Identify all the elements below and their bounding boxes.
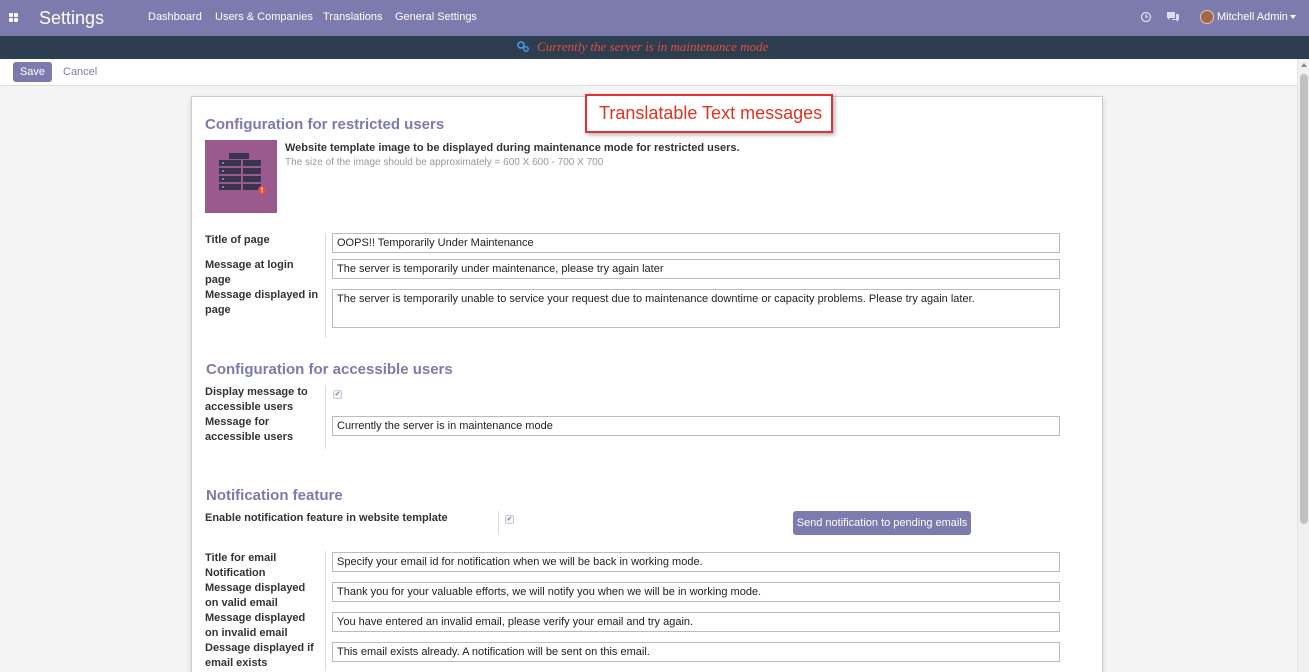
label-title-of-page: Title of page bbox=[205, 234, 270, 246]
maintenance-banner-text: Currently the server is in maintenance m… bbox=[537, 39, 769, 54]
send-notification-button[interactable]: Send notification to pending emails bbox=[793, 511, 971, 535]
label-page-message: Message displayed in page bbox=[205, 289, 319, 316]
image-size-hint: The size of the image should be approxim… bbox=[285, 157, 604, 168]
login-message-input[interactable]: The server is temporarily under maintena… bbox=[332, 259, 1060, 279]
clock-icon[interactable] bbox=[1140, 11, 1152, 23]
email-exists-message-input[interactable]: This email exists already. A notificatio… bbox=[332, 642, 1060, 662]
control-panel: Save Cancel bbox=[0, 59, 1297, 86]
user-menu-name[interactable]: Mitchell Admin bbox=[1217, 11, 1288, 23]
label-valid-email: Message displayed on valid email bbox=[205, 582, 306, 609]
scrollbar-thumb[interactable] bbox=[1300, 74, 1308, 524]
email-title-input[interactable]: Specify your email id for notification w… bbox=[332, 552, 1060, 572]
save-button[interactable]: Save bbox=[13, 62, 52, 82]
label-email-title: Title for email Notification bbox=[205, 552, 277, 579]
display-message-checkbox[interactable]: ✔ bbox=[333, 390, 342, 399]
maintenance-image[interactable] bbox=[205, 140, 277, 213]
field-separator bbox=[325, 551, 326, 671]
accessible-message-input[interactable]: Currently the server is in maintenance m… bbox=[332, 416, 1060, 436]
section-title-notification: Notification feature bbox=[206, 487, 343, 504]
chat-icon[interactable] bbox=[1166, 11, 1180, 23]
invalid-email-message-input[interactable]: You have entered an invalid email, pleas… bbox=[332, 612, 1060, 632]
field-separator bbox=[325, 233, 326, 338]
label-email-exists: Dessage displayed if email exists bbox=[205, 642, 314, 669]
top-navbar: Settings Dashboard Users & Companies Tra… bbox=[0, 0, 1309, 36]
maintenance-banner: Currently the server is in maintenance m… bbox=[0, 36, 1309, 59]
field-separator bbox=[498, 511, 499, 535]
translatable-callout: Translatable Text messages bbox=[585, 94, 833, 133]
scrollbar[interactable] bbox=[1297, 59, 1309, 672]
page-message-textarea[interactable]: The server is temporarily unable to serv… bbox=[332, 289, 1060, 328]
menu-users-companies[interactable]: Users & Companies bbox=[215, 11, 313, 23]
title-of-page-input[interactable]: OOPS!! Temporarily Under Maintenance bbox=[332, 233, 1060, 253]
settings-form-sheet: Configuration for restricted users Websi… bbox=[191, 96, 1103, 672]
label-login-message: Message at login page bbox=[205, 259, 294, 286]
menu-dashboard[interactable]: Dashboard bbox=[148, 11, 202, 23]
menu-translations[interactable]: Translations bbox=[323, 11, 383, 23]
field-separator bbox=[325, 385, 326, 449]
app-title: Settings bbox=[39, 8, 105, 28]
apps-grid-icon[interactable] bbox=[9, 13, 18, 22]
valid-email-message-input[interactable]: Thank you for your valuable efforts, we … bbox=[332, 582, 1060, 602]
label-display-message: Display message to accessible users bbox=[205, 386, 308, 413]
section-title-restricted: Configuration for restricted users bbox=[205, 116, 445, 133]
gears-icon bbox=[517, 41, 529, 52]
cancel-button[interactable]: Cancel bbox=[63, 66, 97, 78]
label-invalid-email: Message displayed on invalid email bbox=[205, 612, 306, 639]
image-caption: Website template image to be displayed d… bbox=[285, 142, 740, 154]
label-enable-notification: Enable notification feature in website t… bbox=[205, 512, 448, 524]
chevron-down-icon[interactable] bbox=[1290, 15, 1296, 19]
label-accessible-message: Message for accessible users bbox=[205, 416, 294, 443]
section-title-accessible: Configuration for accessible users bbox=[206, 361, 453, 378]
scroll-up-icon[interactable] bbox=[1301, 63, 1307, 67]
user-avatar[interactable] bbox=[1200, 10, 1214, 24]
menu-general-settings[interactable]: General Settings bbox=[395, 11, 477, 23]
server-rack-icon bbox=[219, 153, 266, 194]
enable-notification-checkbox[interactable]: ✔ bbox=[505, 515, 514, 524]
